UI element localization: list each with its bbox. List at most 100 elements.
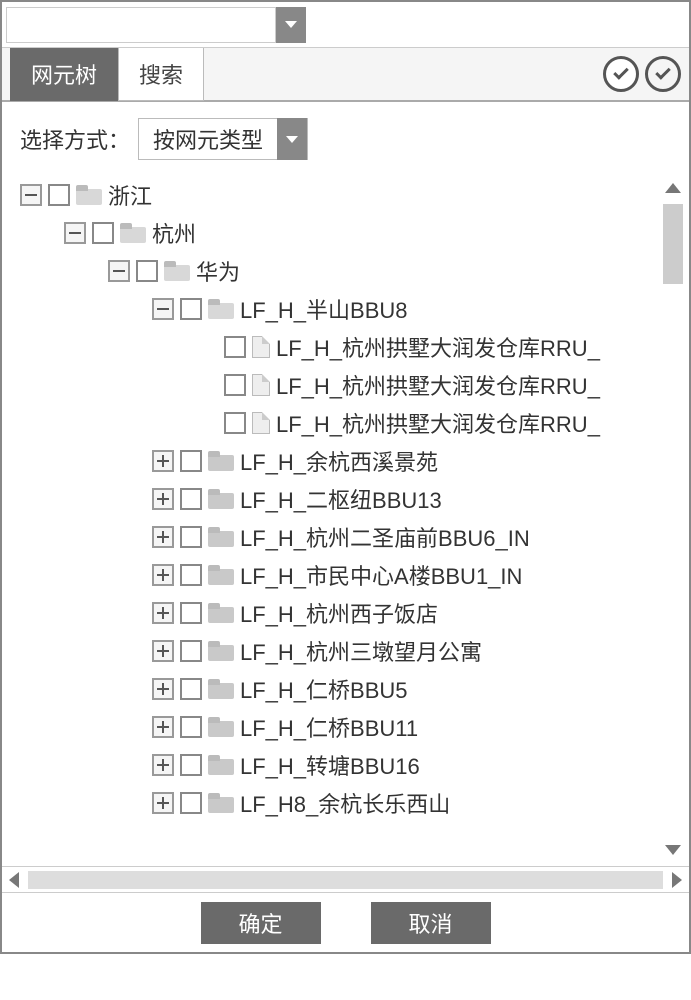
file-icon xyxy=(252,336,270,358)
chevron-right-icon xyxy=(672,872,682,888)
ok-button[interactable]: 确定 xyxy=(201,902,321,944)
filter-row: 选择方式： 按网元类型 xyxy=(2,102,689,170)
tree-node-site[interactable]: LF_H_杭州二圣庙前BBU6_IN xyxy=(20,518,689,556)
tree-node-site[interactable]: LF_H_杭州三墩望月公寓 xyxy=(20,632,689,670)
checkbox[interactable] xyxy=(180,754,202,776)
expander-minus[interactable] xyxy=(108,260,130,282)
checkbox[interactable] xyxy=(180,678,202,700)
checkbox[interactable] xyxy=(136,260,158,282)
tree-node-site[interactable]: LF_H_仁桥BBU5 xyxy=(20,670,689,708)
tree-node-site[interactable]: LF_H_余杭西溪景苑 xyxy=(20,442,689,480)
node-label: LF_H_市民中心A楼BBU1_IN xyxy=(240,559,522,591)
folder-icon xyxy=(208,679,234,699)
tree-node-city[interactable]: 杭州 xyxy=(20,214,689,252)
folder-icon xyxy=(208,451,234,471)
expander-plus[interactable] xyxy=(152,602,174,624)
expander-plus[interactable] xyxy=(152,488,174,510)
folder-open-icon xyxy=(164,261,190,281)
expander-plus[interactable] xyxy=(152,564,174,586)
folder-open-icon xyxy=(120,223,146,243)
scroll-up-button[interactable] xyxy=(661,176,685,200)
vertical-scrollbar[interactable] xyxy=(661,176,685,862)
chevron-left-icon xyxy=(9,872,19,888)
expander-plus[interactable] xyxy=(152,754,174,776)
node-label: 杭州 xyxy=(152,217,196,249)
scroll-track[interactable] xyxy=(661,200,685,838)
expander-minus[interactable] xyxy=(152,298,174,320)
tree-node-bbu8[interactable]: LF_H_半山BBU8 xyxy=(20,290,689,328)
tree-node-rru[interactable]: LF_H_杭州拱墅大润发仓库RRU_ xyxy=(20,366,689,404)
folder-icon xyxy=(208,793,234,813)
tree-scroll-area[interactable]: 浙江 杭州 华为 LF_H_半山BBU8 xyxy=(2,176,689,866)
checkbox[interactable] xyxy=(224,412,246,434)
tab-search[interactable]: 搜索 xyxy=(118,47,204,101)
scroll-track[interactable] xyxy=(28,871,663,889)
node-label: LF_H_杭州拱墅大润发仓库RRU_ xyxy=(276,331,600,363)
node-label: LF_H_转塘BBU16 xyxy=(240,749,420,781)
expander-plus[interactable] xyxy=(152,640,174,662)
expander-plus[interactable] xyxy=(152,678,174,700)
checkbox[interactable] xyxy=(180,640,202,662)
tree-container: 浙江 杭州 华为 LF_H_半山BBU8 xyxy=(2,170,689,866)
checkbox[interactable] xyxy=(180,564,202,586)
checkbox[interactable] xyxy=(180,526,202,548)
tree-node-site[interactable]: LF_H_转塘BBU16 xyxy=(20,746,689,784)
scroll-left-button[interactable] xyxy=(2,872,26,888)
top-bar xyxy=(2,2,689,48)
tree-node-site[interactable]: LF_H_市民中心A楼BBU1_IN xyxy=(20,556,689,594)
checkbox[interactable] xyxy=(92,222,114,244)
footer: 确定 取消 xyxy=(2,892,689,952)
node-label: LF_H_杭州二圣庙前BBU6_IN xyxy=(240,521,530,553)
scroll-down-button[interactable] xyxy=(661,838,685,862)
checkbox[interactable] xyxy=(180,602,202,624)
checkbox[interactable] xyxy=(180,716,202,738)
filter-dropdown-button[interactable] xyxy=(277,118,307,160)
top-combo-dropdown[interactable] xyxy=(276,7,306,43)
expander-plus[interactable] xyxy=(152,716,174,738)
expander-plus[interactable] xyxy=(152,450,174,472)
checkbox[interactable] xyxy=(224,336,246,358)
tab-tree[interactable]: 网元树 xyxy=(10,47,118,101)
filter-select[interactable]: 按网元类型 xyxy=(138,118,308,160)
file-icon xyxy=(252,374,270,396)
select-all-button[interactable] xyxy=(603,56,639,92)
checkbox[interactable] xyxy=(224,374,246,396)
checkbox[interactable] xyxy=(180,298,202,320)
checkbox[interactable] xyxy=(180,792,202,814)
folder-icon xyxy=(208,489,234,509)
tree-node-vendor[interactable]: 华为 xyxy=(20,252,689,290)
scroll-right-button[interactable] xyxy=(665,872,689,888)
checkbox[interactable] xyxy=(180,488,202,510)
tree-node-site[interactable]: LF_H_杭州西子饭店 xyxy=(20,594,689,632)
deselect-all-button[interactable] xyxy=(645,56,681,92)
checkbox[interactable] xyxy=(48,184,70,206)
folder-icon xyxy=(208,565,234,585)
folder-icon xyxy=(208,641,234,661)
tree-node-rru[interactable]: LF_H_杭州拱墅大润发仓库RRU_ xyxy=(20,328,689,366)
tree-node-root[interactable]: 浙江 xyxy=(20,176,689,214)
node-label: LF_H_余杭西溪景苑 xyxy=(240,445,438,477)
cancel-button[interactable]: 取消 xyxy=(371,902,491,944)
expander-plus[interactable] xyxy=(152,526,174,548)
top-combo-input[interactable] xyxy=(6,7,276,43)
tree-node-site[interactable]: LF_H_二枢纽BBU13 xyxy=(20,480,689,518)
node-label: LF_H_仁桥BBU5 xyxy=(240,673,408,705)
tree-node-site[interactable]: LF_H_仁桥BBU11 xyxy=(20,708,689,746)
checkbox[interactable] xyxy=(180,450,202,472)
expander-minus[interactable] xyxy=(20,184,42,206)
filter-value: 按网元类型 xyxy=(139,123,277,155)
node-label: LF_H_杭州拱墅大润发仓库RRU_ xyxy=(276,369,600,401)
expander-plus[interactable] xyxy=(152,792,174,814)
expander-minus[interactable] xyxy=(64,222,86,244)
tree-node-site[interactable]: LF_H8_余杭长乐西山 xyxy=(20,784,689,822)
node-label: LF_H_杭州三墩望月公寓 xyxy=(240,635,482,667)
folder-icon xyxy=(208,527,234,547)
node-label: LF_H_杭州拱墅大润发仓库RRU_ xyxy=(276,407,600,439)
file-icon xyxy=(252,412,270,434)
scroll-thumb[interactable] xyxy=(663,204,683,284)
tabs-row: 网元树 搜索 xyxy=(2,48,689,102)
folder-icon xyxy=(208,755,234,775)
tree-node-rru[interactable]: LF_H_杭州拱墅大润发仓库RRU_ xyxy=(20,404,689,442)
node-label: LF_H_二枢纽BBU13 xyxy=(240,483,442,515)
horizontal-scrollbar[interactable] xyxy=(2,866,689,892)
